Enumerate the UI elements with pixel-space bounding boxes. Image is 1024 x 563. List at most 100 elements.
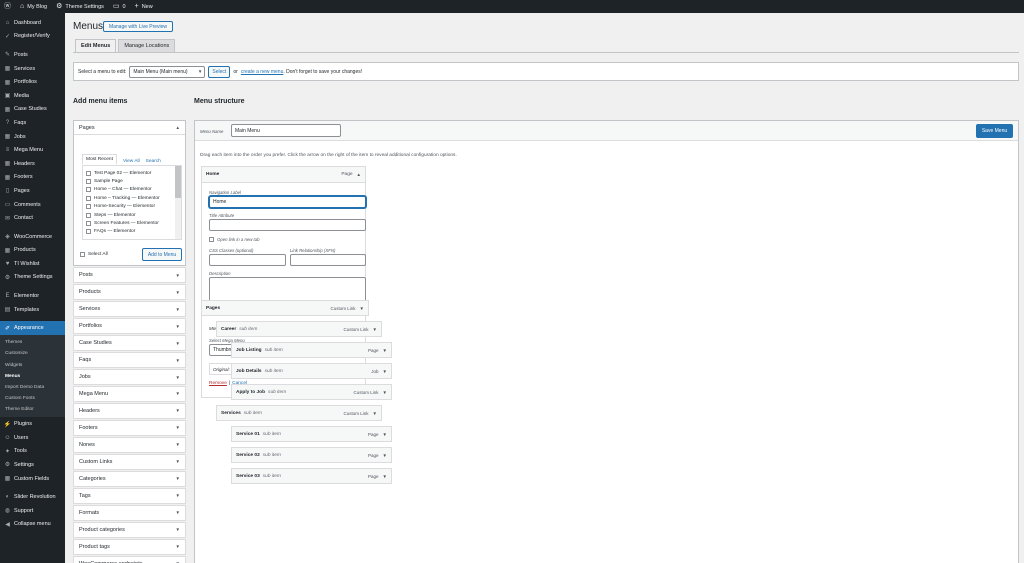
live-preview-button[interactable]: Manage with Live Preview [103,21,173,32]
menu-item-home-handle[interactable]: Home Page ▲ [202,167,365,183]
accordion-nones[interactable]: Nones ▼ [73,436,186,454]
menu-name-input[interactable]: Main Menu [231,124,341,137]
page-checkbox-item[interactable]: Test Page 02 — Elementor [86,169,181,177]
chevron-down-icon[interactable]: ▼ [383,369,387,374]
chevron-down-icon[interactable]: ▼ [383,348,387,353]
submenu-item-themes[interactable]: Themes [0,337,65,348]
select-all-checkbox[interactable]: Select All [80,250,108,258]
accordion-faqs[interactable]: Faqs ▼ [73,351,186,369]
tab-view-all[interactable]: View All [123,159,140,164]
sidebar-item-theme-settings[interactable]: ⚙ Theme Settings [0,271,65,285]
accordion-woocommerce-endpoints[interactable]: WooCommerce endpoints▼ [73,555,186,563]
open-new-tab-checkbox[interactable]: Open link in a new tab [209,235,260,243]
menu-select-dropdown[interactable]: Main Menu (Main menu) ▼ [129,65,206,78]
chevron-down-icon[interactable]: ▼ [360,306,364,311]
sidebar-item-slider-revolution[interactable]: ◐ Slider Revolution [0,490,65,504]
page-checkbox-item[interactable]: Home – Tracking — Elementor [86,194,181,202]
menu-item-job-details[interactable]: Job Details sub item Job ▼ [231,363,392,379]
page-checkbox-item[interactable]: Home – Chat — Elementor [86,186,181,194]
menu-item-service-03[interactable]: Service 03 sub item Page ▼ [231,468,392,484]
accordion-product-categories[interactable]: Product categories ▼ [73,521,186,538]
sidebar-item-users[interactable]: ☺ Users [0,431,65,445]
accordion-footers[interactable]: Footers ▼ [73,419,186,437]
create-menu-link[interactable]: create a new menu [241,69,284,75]
sidebar-item-products[interactable]: ▦ Products [0,244,65,258]
sidebar-item-woocommerce[interactable]: ◈ WooCommerce [0,230,65,244]
page-checkbox-item[interactable]: FAQs — Elementor [86,228,181,236]
submenu-item-custom-fonts[interactable]: Custom Fonts [0,393,65,404]
sidebar-item-elementor[interactable]: E Elementor [0,289,65,303]
checkbox[interactable] [86,195,91,201]
page-checkbox-item[interactable]: Screen Features — Elementor [86,219,181,227]
sidebar-item-custom-fields[interactable]: ▦ Custom Fields [0,472,65,486]
accordion-posts[interactable]: Posts ▼ [73,267,186,284]
accordion-product-tags[interactable]: Product tags ▼ [73,538,186,555]
title-attribute-input[interactable] [209,219,366,231]
accordion-portfolios[interactable]: Portfolios ▼ [73,317,186,335]
chevron-up-icon[interactable]: ▲ [357,172,361,177]
sidebar-item-pages[interactable]: ▯ Pages [0,184,65,198]
sidebar-item-case-studies[interactable]: ▦ Case Studies [0,103,65,117]
checkbox[interactable] [80,251,85,257]
checklist-scrollbar[interactable] [175,166,181,239]
sidebar-item-services[interactable]: ▦ Services [0,62,65,76]
tab-manage-locations[interactable]: Manage Locations [118,39,176,52]
save-menu-button[interactable]: Save Menu [976,124,1013,138]
sidebar-item-collapse-menu[interactable]: ◀ Collapse menu [0,518,65,532]
menu-item-career[interactable]: Career sub item Custom Link ▼ [216,321,382,337]
sidebar-item-footers[interactable]: ▦ Footers [0,171,65,185]
sidebar-item-jobs[interactable]: ▦ Jobs [0,130,65,144]
new-content-link[interactable]: + New [135,3,153,10]
checkbox[interactable] [86,187,91,193]
accordion-products[interactable]: Products ▼ [73,283,186,301]
remove-link[interactable]: Remove [209,381,227,386]
accordion-mega-menu[interactable]: Mega Menu ▼ [73,385,186,403]
chevron-down-icon[interactable]: ▼ [373,327,377,332]
submenu-item-widgets[interactable]: Widgets [0,359,65,370]
chevron-down-icon[interactable]: ▼ [373,411,377,416]
wordpress-logo[interactable]: ⓦ [4,3,11,10]
sidebar-item-posts[interactable]: ✎ Posts [0,48,65,62]
sidebar-item-templates[interactable]: ▤ Templates [0,303,65,317]
css-classes-input[interactable] [209,254,286,266]
menu-item-service-02[interactable]: Service 02 sub item Page ▼ [231,447,392,463]
menu-item-services[interactable]: Services sub item Custom Link ▼ [216,405,382,421]
checkbox[interactable] [86,221,91,227]
page-checkbox-item[interactable]: Sample Page [86,177,181,185]
checkbox[interactable] [86,204,91,210]
tab-edit-menus[interactable]: Edit Menus [75,39,117,52]
sidebar-item-settings[interactable]: ⚙ Settings [0,458,65,472]
page-checkbox-item[interactable]: Steps — Elementor [86,211,181,219]
site-name-link[interactable]: ⌂ My Blog [20,3,47,10]
sidebar-item-portfolios[interactable]: ▦ Portfolios [0,75,65,89]
menu-item-apply-to-job[interactable]: Apply to Job sub item Custom Link ▼ [231,384,392,400]
chevron-down-icon[interactable]: ▼ [383,453,387,458]
sidebar-item-contact[interactable]: ✉ Contact [0,211,65,225]
accordion-categories[interactable]: Categories ▼ [73,470,186,487]
pages-accordion-header[interactable]: Pages ▲ [74,121,185,135]
accordion-case-studies[interactable]: Case Studies ▼ [73,334,186,352]
sidebar-item-headers[interactable]: ▦ Headers [0,157,65,171]
link-relationship-input[interactable] [290,254,366,266]
sidebar-item-plugins[interactable]: ⚡ Plugins [0,417,65,431]
checkbox[interactable] [86,229,91,235]
sidebar-item-support[interactable]: ◍ Support [0,504,65,518]
checkbox[interactable] [86,170,91,176]
sidebar-item-mega-menu[interactable]: ≡ Mega Menu [0,143,65,157]
chevron-down-icon[interactable]: ▼ [383,474,387,479]
chevron-down-icon[interactable]: ▼ [383,390,387,395]
sidebar-item-media[interactable]: ▣ Media [0,89,65,103]
navigation-label-input[interactable]: Home [209,196,366,208]
menu-item-pages[interactable]: Pages Custom Link ▼ [201,300,369,316]
menu-item-service-01[interactable]: Service 01 sub item Page ▼ [231,426,392,442]
sidebar-item-faqs[interactable]: ? Faqs [0,116,65,130]
submenu-item-import-demo-data[interactable]: Import Demo Data [0,382,65,393]
submenu-item-theme-editor[interactable]: Theme Editor [0,404,65,415]
sidebar-item-appearance[interactable]: ✐ Appearance [0,321,65,336]
tab-search[interactable]: Search [146,159,161,164]
sidebar-item-ti-wishlist[interactable]: ♥ TI Wishlist [0,257,65,271]
accordion-services[interactable]: Services ▼ [73,300,186,318]
sidebar-item-dashboard[interactable]: ⌂ Dashboard [0,16,65,30]
tab-most-recent[interactable]: Most Recent [82,154,117,164]
submenu-item-menus[interactable]: Menus [0,371,65,382]
